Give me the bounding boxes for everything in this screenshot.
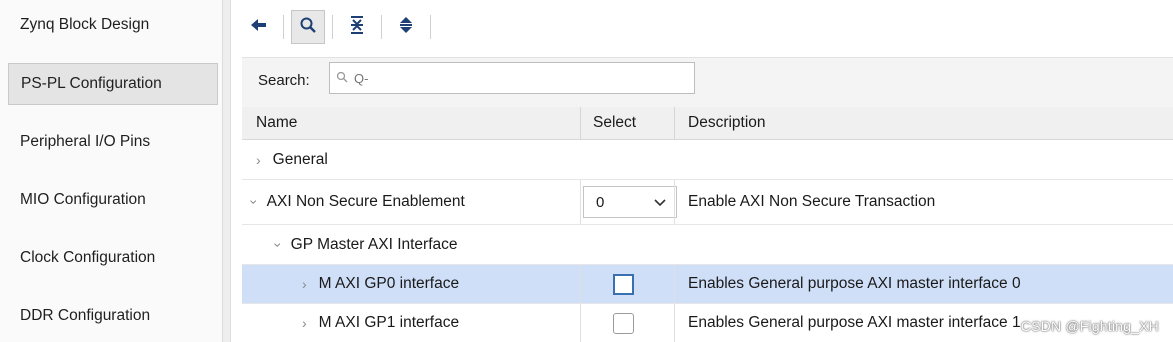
search-icon xyxy=(299,16,317,38)
row-name: AXI Non Secure Enablement xyxy=(266,193,465,210)
column-header-select[interactable]: Select xyxy=(593,114,636,132)
nav-zynq-block-design[interactable]: Zynq Block Design xyxy=(8,4,218,46)
gp0-enable-checkbox[interactable] xyxy=(613,273,634,295)
row-name: M AXI GP1 interface xyxy=(318,314,460,331)
row-name: GP Master AXI Interface xyxy=(290,235,458,253)
search-icon xyxy=(336,70,348,87)
collapse-all-button[interactable] xyxy=(340,10,374,44)
row-name: M AXI GP0 interface xyxy=(318,275,460,292)
table-header: Name Select Description xyxy=(242,107,1173,140)
cell-divider xyxy=(580,304,581,342)
back-button[interactable] xyxy=(242,10,276,44)
nav-mio-configuration[interactable]: MIO Configuration xyxy=(8,179,218,221)
row-description: Enables General purpose AXI master inter… xyxy=(688,314,1021,331)
nav-ps-pl-configuration[interactable]: PS-PL Configuration xyxy=(8,63,218,105)
row-name-cell: › M AXI GP0 interface xyxy=(302,265,459,303)
row-select-cell: 0 xyxy=(583,180,677,224)
toolbar-separator xyxy=(332,15,333,39)
toolbar-separator xyxy=(283,15,284,39)
gp1-enable-checkbox[interactable] xyxy=(613,312,634,334)
row-description-cell: Enables General purpose AXI master inter… xyxy=(688,304,1021,342)
search-label: Search: xyxy=(258,72,310,89)
row-description: Enables General purpose AXI master inter… xyxy=(688,275,1021,292)
chevron-down-icon[interactable]: › xyxy=(246,200,262,205)
row-description-cell: Enable AXI Non Secure Transaction xyxy=(688,180,935,224)
back-arrow-icon xyxy=(250,18,268,36)
nav-label: Peripheral I/O Pins xyxy=(20,133,151,150)
expand-all-icon xyxy=(399,16,413,38)
nav-peripheral-io-pins[interactable]: Peripheral I/O Pins xyxy=(8,121,218,163)
toolbar-separator xyxy=(430,15,431,39)
row-select-cell xyxy=(613,265,634,303)
nav-label: Clock Configuration xyxy=(20,249,156,266)
chevron-right-icon[interactable]: › xyxy=(302,276,307,292)
expand-all-button[interactable] xyxy=(389,10,423,44)
select-value: 0 xyxy=(596,193,605,211)
table-row[interactable]: › AXI Non Secure Enablement 0 Enable AXI… xyxy=(242,180,1173,225)
chevron-right-icon[interactable]: › xyxy=(302,315,307,331)
column-header-description[interactable]: Description xyxy=(688,114,766,132)
cell-divider xyxy=(674,180,675,224)
row-select-cell xyxy=(613,304,634,342)
cell-divider xyxy=(674,304,675,342)
nav-label: Zynq Block Design xyxy=(20,16,150,33)
cell-divider xyxy=(580,265,581,303)
cell-divider xyxy=(580,180,581,224)
column-divider[interactable] xyxy=(580,107,581,139)
search-input[interactable] xyxy=(352,69,656,87)
toolbar xyxy=(242,8,438,46)
row-name: General xyxy=(272,150,328,168)
watermark: CSDN @Fighting_XH xyxy=(1020,318,1159,334)
chevron-down-icon[interactable]: › xyxy=(270,242,286,247)
table-row[interactable]: › GP Master AXI Interface xyxy=(242,225,1173,265)
row-description-cell: Enables General purpose AXI master inter… xyxy=(688,265,1021,303)
non-secure-select-dropdown[interactable]: 0 xyxy=(583,186,677,218)
column-divider[interactable] xyxy=(674,107,675,139)
nav-clock-configuration[interactable]: Clock Configuration xyxy=(8,237,218,279)
nav-label: PS-PL Configuration xyxy=(21,75,162,92)
table-row-selected[interactable]: › M AXI GP0 interface Enables General pu… xyxy=(242,265,1173,304)
row-name-cell: › General xyxy=(256,140,328,179)
parameter-tree-table: Name Select Description › General › AXI … xyxy=(242,107,1173,342)
nav-ddr-configuration[interactable]: DDR Configuration xyxy=(8,295,218,337)
nav-label: DDR Configuration xyxy=(20,307,151,324)
cell-divider xyxy=(674,265,675,303)
page-navigator: Zynq Block Design PS-PL Configuration Pe… xyxy=(0,0,222,342)
column-header-name[interactable]: Name xyxy=(256,114,297,132)
table-row[interactable]: › General xyxy=(242,140,1173,180)
row-name-cell: › M AXI GP1 interface xyxy=(302,304,459,342)
search-bar: Search: xyxy=(242,57,1173,108)
search-field[interactable] xyxy=(329,62,695,94)
nav-label: MIO Configuration xyxy=(20,191,146,208)
row-name-cell: › GP Master AXI Interface xyxy=(270,225,458,264)
collapse-all-icon xyxy=(350,16,364,38)
row-name-cell: › AXI Non Secure Enablement xyxy=(246,180,465,224)
chevron-right-icon[interactable]: › xyxy=(256,152,261,168)
search-toggle-button[interactable] xyxy=(291,10,325,44)
ip-configuration-window: Zynq Block Design PS-PL Configuration Pe… xyxy=(0,0,1173,342)
toolbar-separator xyxy=(381,15,382,39)
splitter[interactable] xyxy=(222,0,231,342)
row-description: Enable AXI Non Secure Transaction xyxy=(688,193,936,210)
chevron-down-icon xyxy=(654,194,666,211)
